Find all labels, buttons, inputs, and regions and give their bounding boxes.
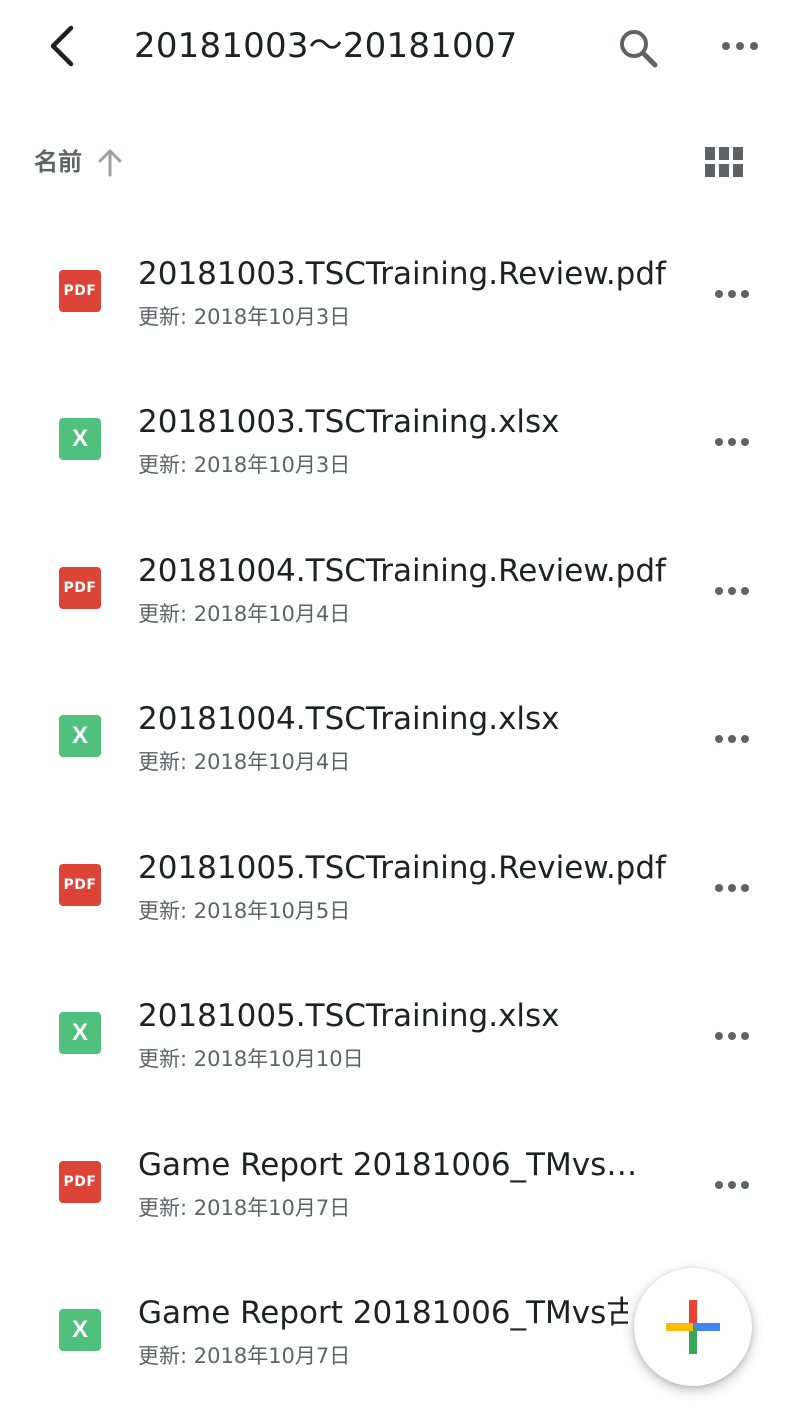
file-row[interactable]: PDF Game Report 20181006_TMvs古… 更新: 2018… <box>0 1123 800 1271</box>
grid-view-button[interactable] <box>700 140 748 184</box>
more-horiz-icon <box>715 290 749 298</box>
excel-icon: X <box>59 418 101 460</box>
google-plus-icon <box>666 1300 720 1354</box>
file-row[interactable]: X 20181003.TSCTraining.xlsx 更新: 2018年10月… <box>0 380 800 528</box>
app-bar: 20181003〜20181007 <box>0 0 800 96</box>
more-horiz-icon <box>715 587 749 595</box>
excel-icon: X <box>59 715 101 757</box>
file-name: 20181004.TSCTraining.xlsx <box>138 701 560 737</box>
more-horiz-icon <box>715 1181 749 1189</box>
file-row[interactable]: PDF 20181003.TSCTraining.Review.pdf 更新: … <box>0 232 800 380</box>
pdf-icon: PDF <box>59 1161 101 1203</box>
folder-title: 20181003〜20181007 <box>134 26 518 66</box>
back-button[interactable] <box>36 18 88 74</box>
file-row[interactable]: PDF 20181004.TSCTraining.Review.pdf 更新: … <box>0 529 800 677</box>
file-modified: 更新: 2018年10月4日 <box>138 602 351 626</box>
file-modified: 更新: 2018年10月3日 <box>138 305 351 329</box>
file-modified: 更新: 2018年10月7日 <box>138 1196 351 1220</box>
search-button[interactable] <box>612 22 664 74</box>
pdf-icon: PDF <box>59 567 101 609</box>
file-name: 20181005.TSCTraining.Review.pdf <box>138 850 666 886</box>
file-more-button[interactable] <box>708 571 756 611</box>
file-modified: 更新: 2018年10月4日 <box>138 750 351 774</box>
file-more-button[interactable] <box>708 1016 756 1056</box>
file-name: Game Report 20181006_TMvs古 <box>138 1295 628 1331</box>
excel-icon: X <box>59 1012 101 1054</box>
pdf-icon: PDF <box>59 270 101 312</box>
file-name: 20181005.TSCTraining.xlsx <box>138 998 560 1034</box>
file-more-button[interactable] <box>708 868 756 908</box>
file-name: 20181003.TSCTraining.Review.pdf <box>138 256 666 292</box>
file-row[interactable]: PDF 20181005.TSCTraining.Review.pdf 更新: … <box>0 826 800 974</box>
new-item-fab-button[interactable] <box>634 1268 752 1386</box>
search-icon <box>620 30 658 68</box>
sort-bar: 名前 <box>0 130 800 194</box>
more-horiz-icon <box>722 42 758 50</box>
file-modified: 更新: 2018年10月7日 <box>138 1344 351 1368</box>
file-name: Game Report 20181006_TMvs古… <box>138 1147 668 1183</box>
sort-by-name-button[interactable]: 名前 <box>34 146 82 178</box>
more-options-button[interactable] <box>716 26 764 66</box>
grid-view-icon <box>705 147 743 177</box>
more-horiz-icon <box>715 884 749 892</box>
file-name: 20181003.TSCTraining.xlsx <box>138 404 560 440</box>
more-horiz-icon <box>715 735 749 743</box>
file-name: 20181004.TSCTraining.Review.pdf <box>138 553 666 589</box>
file-modified: 更新: 2018年10月3日 <box>138 453 351 477</box>
file-row[interactable]: X 20181004.TSCTraining.xlsx 更新: 2018年10月… <box>0 677 800 825</box>
excel-icon: X <box>59 1309 101 1351</box>
file-more-button[interactable] <box>708 1165 756 1205</box>
pdf-icon: PDF <box>59 864 101 906</box>
file-row[interactable]: X 20181005.TSCTraining.xlsx 更新: 2018年10月… <box>0 974 800 1122</box>
back-arrow-icon <box>50 25 74 67</box>
more-horiz-icon <box>715 1032 749 1040</box>
file-modified: 更新: 2018年10月5日 <box>138 899 351 923</box>
arrow-up-icon[interactable] <box>96 146 126 178</box>
file-modified: 更新: 2018年10月10日 <box>138 1047 364 1071</box>
file-more-button[interactable] <box>708 422 756 462</box>
file-more-button[interactable] <box>708 719 756 759</box>
file-more-button[interactable] <box>708 274 756 314</box>
more-horiz-icon <box>715 438 749 446</box>
